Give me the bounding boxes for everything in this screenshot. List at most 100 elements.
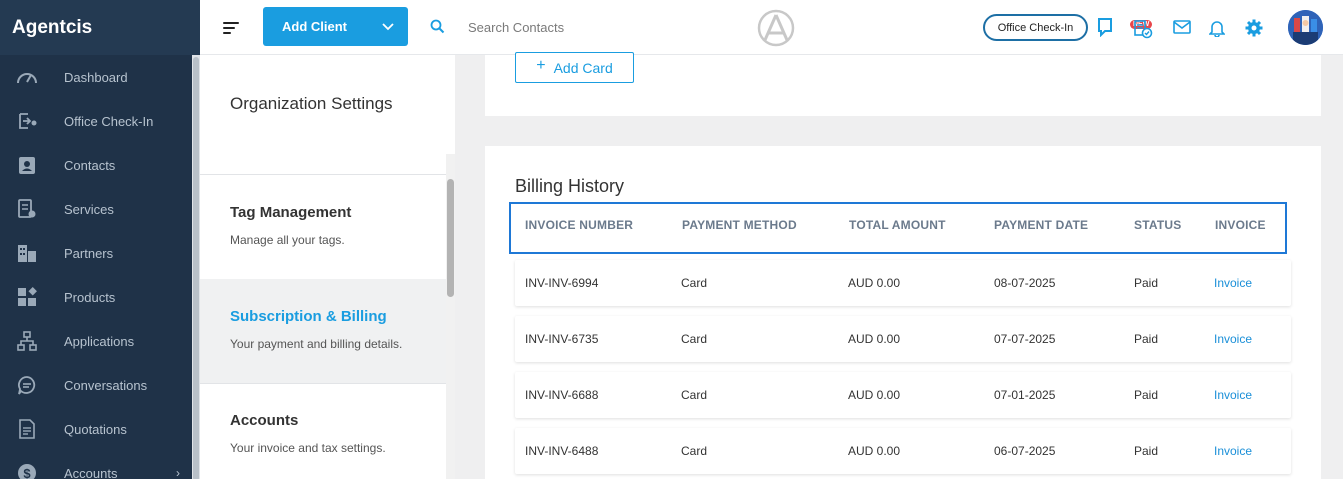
main-sidebar: Agentcis Dashboard Office Check-In Conta… [0, 0, 200, 479]
tasks-icon[interactable] [1133, 19, 1153, 44]
invoice-number-cell: INV-INV-6735 [525, 332, 599, 346]
add-client-button[interactable]: Add Client [263, 7, 408, 46]
applications-icon [16, 331, 38, 351]
contacts-icon [16, 155, 38, 175]
settings-item-accounts[interactable]: Accounts Your invoice and tax settings. [200, 383, 446, 479]
table-row: INV-INV-6994 Card AUD 0.00 08-07-2025 Pa… [515, 260, 1291, 306]
sidebar-item-label: Applications [64, 333, 135, 349]
status-cell: Paid [1134, 332, 1159, 346]
billing-history-section: Billing History INVOICE NUMBER PAYMENT M… [485, 146, 1321, 479]
add-client-label: Add Client [282, 19, 347, 34]
services-icon [16, 199, 38, 219]
column-header-payment-method[interactable]: PAYMENT METHOD [682, 218, 797, 232]
sidebar-item-quotations[interactable]: Quotations [0, 407, 200, 451]
partners-icon [16, 243, 38, 263]
sidebar-item-label: Quotations [64, 421, 127, 437]
settings-scroll-thumb[interactable] [447, 179, 454, 297]
sidebar-scrollbar[interactable] [192, 55, 200, 479]
sidebar-item-label: Services [64, 201, 114, 217]
sidebar-item-services[interactable]: Services [0, 187, 200, 231]
invoice-link[interactable]: Invoice [1214, 444, 1252, 458]
sidebar-item-label: Contacts [64, 157, 116, 173]
sidebar-item-partners[interactable]: Partners [0, 231, 200, 275]
search-input[interactable] [468, 16, 668, 38]
dashboard-icon [16, 67, 38, 87]
chevron-down-icon[interactable] [368, 20, 408, 34]
accounts-icon: $ [16, 463, 38, 479]
sidebar-item-label: Dashboard [64, 69, 128, 85]
payment-method-cell: Card [681, 276, 708, 290]
status-cell: Paid [1134, 444, 1159, 458]
add-card-button[interactable]: + Add Card [515, 52, 634, 83]
settings-item-desc: Your payment and billing details. [230, 337, 403, 351]
chevron-right-icon: › [176, 466, 180, 479]
products-icon [16, 287, 38, 307]
column-header-total-amount[interactable]: TOTAL AMOUNT [849, 218, 946, 232]
payment-method-cell: Card [681, 444, 708, 458]
settings-scrollbar[interactable] [446, 154, 455, 479]
conversations-icon [16, 375, 38, 395]
total-amount-cell: AUD 0.00 [848, 332, 901, 346]
sidebar-item-office-check-in[interactable]: Office Check-In [0, 99, 200, 143]
add-card-label: Add Card [553, 59, 613, 76]
settings-item-title: Subscription & Billing [230, 308, 387, 325]
status-cell: Paid [1134, 276, 1159, 290]
brand-logo[interactable]: Agentcis [0, 0, 200, 55]
total-amount-cell: AUD 0.00 [848, 388, 901, 402]
announcement-icon[interactable] [1097, 17, 1115, 42]
sidebar-scroll-thumb[interactable] [193, 57, 199, 479]
table-row: INV-INV-6488 Card AUD 0.00 06-07-2025 Pa… [515, 428, 1291, 474]
search-icon[interactable] [430, 19, 445, 39]
sidebar-item-label: Office Check-In [64, 113, 154, 129]
quotations-icon [16, 419, 38, 439]
plus-icon: + [536, 57, 546, 74]
payment-date-cell: 07-01-2025 [994, 388, 1056, 402]
sidebar-item-label: Partners [64, 245, 114, 261]
payment-method-cell: Card [681, 388, 708, 402]
table-row: INV-INV-6688 Card AUD 0.00 07-01-2025 Pa… [515, 372, 1291, 418]
payment-date-cell: 07-07-2025 [994, 332, 1056, 346]
mail-icon[interactable] [1173, 20, 1191, 39]
invoice-number-cell: INV-INV-6688 [525, 388, 599, 402]
column-header-invoice[interactable]: INVOICE [1215, 218, 1266, 232]
sidebar-item-conversations[interactable]: Conversations [0, 363, 200, 407]
column-header-status[interactable]: STATUS [1134, 218, 1181, 232]
sidebar-item-contacts[interactable]: Contacts [0, 143, 200, 187]
invoice-link[interactable]: Invoice [1214, 388, 1252, 402]
menu-toggle-icon[interactable] [223, 22, 241, 34]
billing-history-title: Billing History [515, 176, 625, 196]
sidebar-item-label: Accounts [64, 465, 118, 479]
status-cell: Paid [1134, 388, 1159, 402]
invoice-number-cell: INV-INV-6994 [525, 276, 599, 290]
settings-item-subscription-billing[interactable]: Subscription & Billing Your payment and … [200, 279, 446, 384]
sidebar-item-accounts[interactable]: $ Accounts › [0, 451, 200, 479]
payment-method-cell: Card [681, 332, 708, 346]
settings-title: Organization Settings [230, 94, 393, 113]
settings-item-title: Tag Management [230, 204, 352, 221]
sidebar-item-dashboard[interactable]: Dashboard [0, 55, 200, 99]
gear-icon[interactable] [1245, 19, 1263, 42]
sidebar-item-label: Products [64, 289, 116, 305]
sidebar-item-applications[interactable]: Applications [0, 319, 200, 363]
payment-date-cell: 08-07-2025 [994, 276, 1056, 290]
table-header: INVOICE NUMBER PAYMENT METHOD TOTAL AMOU… [509, 202, 1287, 254]
company-logo-icon [757, 9, 795, 52]
check-in-icon [16, 111, 38, 131]
settings-item-title: Accounts [230, 412, 299, 429]
settings-panel: Organization Settings Tag Management Man… [200, 55, 455, 479]
total-amount-cell: AUD 0.00 [848, 276, 901, 290]
invoice-link[interactable]: Invoice [1214, 332, 1252, 346]
sidebar-item-products[interactable]: Products [0, 275, 200, 319]
settings-item-tag-management[interactable]: Tag Management Manage all your tags. [200, 175, 446, 280]
user-avatar[interactable] [1288, 10, 1323, 45]
column-header-payment-date[interactable]: PAYMENT DATE [994, 218, 1088, 232]
column-header-invoice-number[interactable]: INVOICE NUMBER [525, 218, 633, 232]
invoice-number-cell: INV-INV-6488 [525, 444, 599, 458]
office-checkin-button[interactable]: Office Check-In [983, 14, 1088, 41]
payment-card-section: + Add Card [485, 52, 1321, 116]
svg-text:$: $ [23, 466, 31, 479]
bell-icon[interactable] [1208, 19, 1226, 42]
total-amount-cell: AUD 0.00 [848, 444, 901, 458]
top-bar: Add Client Office Check-In NEW [200, 0, 1343, 55]
invoice-link[interactable]: Invoice [1214, 276, 1252, 290]
